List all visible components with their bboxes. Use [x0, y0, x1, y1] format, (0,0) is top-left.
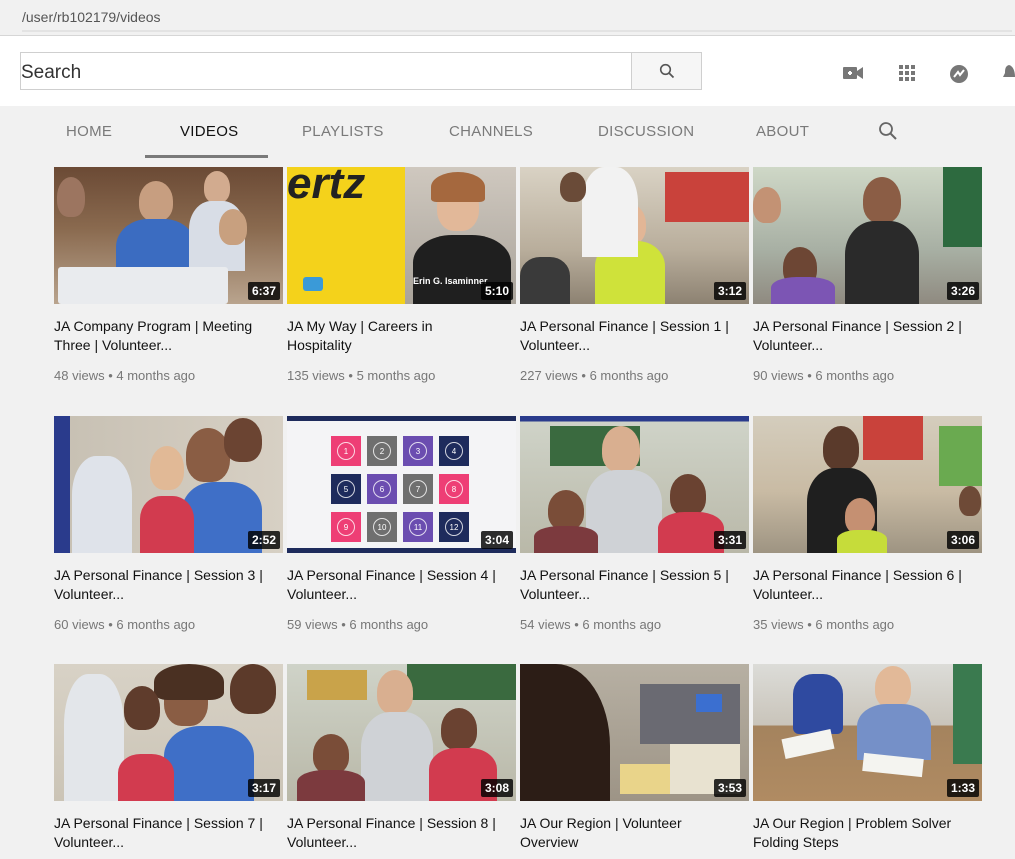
notifications-icon[interactable]: [1003, 63, 1015, 83]
apps-grid-icon[interactable]: [897, 63, 919, 83]
url-text[interactable]: /user/rb102179/videos: [22, 9, 161, 25]
number-tile-grid: 1 2 3 4 5 6 7 8 9 10 11 12: [331, 436, 471, 548]
video-meta: 54 views • 6 months ago: [520, 617, 662, 632]
video-duration: 3:31: [713, 531, 746, 549]
number-tile: 11: [403, 512, 433, 542]
tab-videos[interactable]: VIDEOS: [180, 123, 238, 140]
video-title[interactable]: JA My Way | Careers in Hospitality: [287, 317, 497, 355]
video-duration: 3:17: [247, 779, 280, 797]
number-tile: 12: [439, 512, 469, 542]
video-grid: 6:37 JA Company Program | Meeting Three …: [0, 160, 1015, 859]
number-tile: 1: [331, 436, 361, 466]
video-thumbnail[interactable]: 1 2 3 4 5 6 7 8 9 10 11 12 3:04: [287, 416, 516, 553]
video-meta: 227 views • 6 months ago: [520, 368, 669, 383]
video-title[interactable]: JA Personal Finance | Session 1 | Volunt…: [520, 317, 730, 355]
video-duration: 3:06: [946, 531, 979, 549]
video-thumbnail[interactable]: ertz Erin G. Isaminner 5:10: [287, 167, 516, 304]
number-tile: 5: [331, 474, 361, 504]
number-tile-label: 2: [373, 442, 391, 460]
video-title[interactable]: JA Personal Finance | Session 2 | Volunt…: [753, 317, 963, 355]
number-tile-label: 9: [337, 518, 355, 536]
search-button[interactable]: [631, 52, 702, 90]
number-tile-label: 4: [445, 442, 463, 460]
tab-channels[interactable]: CHANNELS: [449, 123, 533, 140]
active-tab-indicator: [145, 155, 268, 158]
thumbnail-caption: Erin G. Isaminner: [413, 276, 488, 286]
video-thumbnail[interactable]: 3:53: [520, 664, 749, 801]
tab-about[interactable]: ABOUT: [756, 123, 809, 140]
number-tile-label: 3: [409, 442, 427, 460]
number-tile-label: 7: [409, 480, 427, 498]
create-video-icon[interactable]: [842, 63, 864, 83]
messages-icon[interactable]: [948, 63, 970, 83]
video-thumbnail[interactable]: 3:06: [753, 416, 982, 553]
url-bar-divider: [22, 30, 1012, 32]
number-tile: 7: [403, 474, 433, 504]
video-thumbnail[interactable]: 1:33: [753, 664, 982, 801]
video-duration: 6:37: [247, 282, 280, 300]
video-title[interactable]: JA Personal Finance | Session 7 | Volunt…: [54, 814, 264, 852]
number-tile: 4: [439, 436, 469, 466]
video-title[interactable]: JA Personal Finance | Session 8 | Volunt…: [287, 814, 497, 852]
video-duration: 3:08: [480, 779, 513, 797]
video-meta: 60 views • 6 months ago: [54, 617, 196, 632]
masthead: Search: [0, 36, 1015, 106]
video-title[interactable]: JA Personal Finance | Session 6 | Volunt…: [753, 566, 963, 604]
tab-home[interactable]: HOME: [66, 123, 112, 140]
video-thumbnail[interactable]: 3:26: [753, 167, 982, 304]
video-title[interactable]: JA Our Region | Problem Solver Folding S…: [753, 814, 963, 852]
video-thumbnail[interactable]: 3:12: [520, 167, 749, 304]
number-tile-label: 10: [373, 518, 391, 536]
number-tile: 2: [367, 436, 397, 466]
video-duration: 3:04: [480, 531, 513, 549]
video-duration: 3:12: [713, 282, 746, 300]
number-tile-label: 5: [337, 480, 355, 498]
video-meta: 48 views • 4 months ago: [54, 368, 196, 383]
search-placeholder: Search: [21, 62, 82, 83]
number-tile: 3: [403, 436, 433, 466]
channel-search-button[interactable]: [878, 121, 898, 146]
video-thumbnail[interactable]: 3:31: [520, 416, 749, 553]
tab-discussion[interactable]: DISCUSSION: [598, 123, 694, 140]
number-tile: 9: [331, 512, 361, 542]
thumbnail-brand-text: ertz: [287, 167, 366, 208]
number-tile: 10: [367, 512, 397, 542]
video-title[interactable]: JA Personal Finance | Session 5 | Volunt…: [520, 566, 730, 604]
tab-playlists[interactable]: PLAYLISTS: [302, 123, 384, 140]
video-duration: 5:10: [480, 282, 513, 300]
video-meta: 35 views • 6 months ago: [753, 617, 895, 632]
video-meta: 59 views • 6 months ago: [287, 617, 429, 632]
video-duration: 2:52: [247, 531, 280, 549]
video-title[interactable]: JA Personal Finance | Session 4 | Volunt…: [287, 566, 497, 604]
video-title[interactable]: JA Personal Finance | Session 3 | Volunt…: [54, 566, 264, 604]
search-input[interactable]: Search: [20, 52, 632, 90]
video-thumbnail[interactable]: 6:37: [54, 167, 283, 304]
video-meta: 135 views • 5 months ago: [287, 368, 436, 383]
number-tile: 8: [439, 474, 469, 504]
search-icon: [879, 122, 897, 140]
video-meta: 90 views • 6 months ago: [753, 368, 895, 383]
number-tile-label: 12: [445, 518, 463, 536]
video-duration: 3:26: [946, 282, 979, 300]
video-duration: 3:53: [713, 779, 746, 797]
number-tile-label: 11: [409, 518, 427, 536]
number-tile-label: 1: [337, 442, 355, 460]
video-thumbnail[interactable]: 2:52: [54, 416, 283, 553]
video-duration: 1:33: [946, 779, 979, 797]
search-icon: [659, 63, 675, 79]
video-thumbnail[interactable]: 3:08: [287, 664, 516, 801]
number-tile: 6: [367, 474, 397, 504]
video-title[interactable]: JA Our Region | Volunteer Overview: [520, 814, 730, 852]
video-thumbnail[interactable]: 3:17: [54, 664, 283, 801]
video-title[interactable]: JA Company Program | Meeting Three | Vol…: [54, 317, 264, 355]
channel-tabs: HOME VIDEOS PLAYLISTS CHANNELS DISCUSSIO…: [0, 106, 1015, 160]
number-tile-label: 8: [445, 480, 463, 498]
number-tile-label: 6: [373, 480, 391, 498]
